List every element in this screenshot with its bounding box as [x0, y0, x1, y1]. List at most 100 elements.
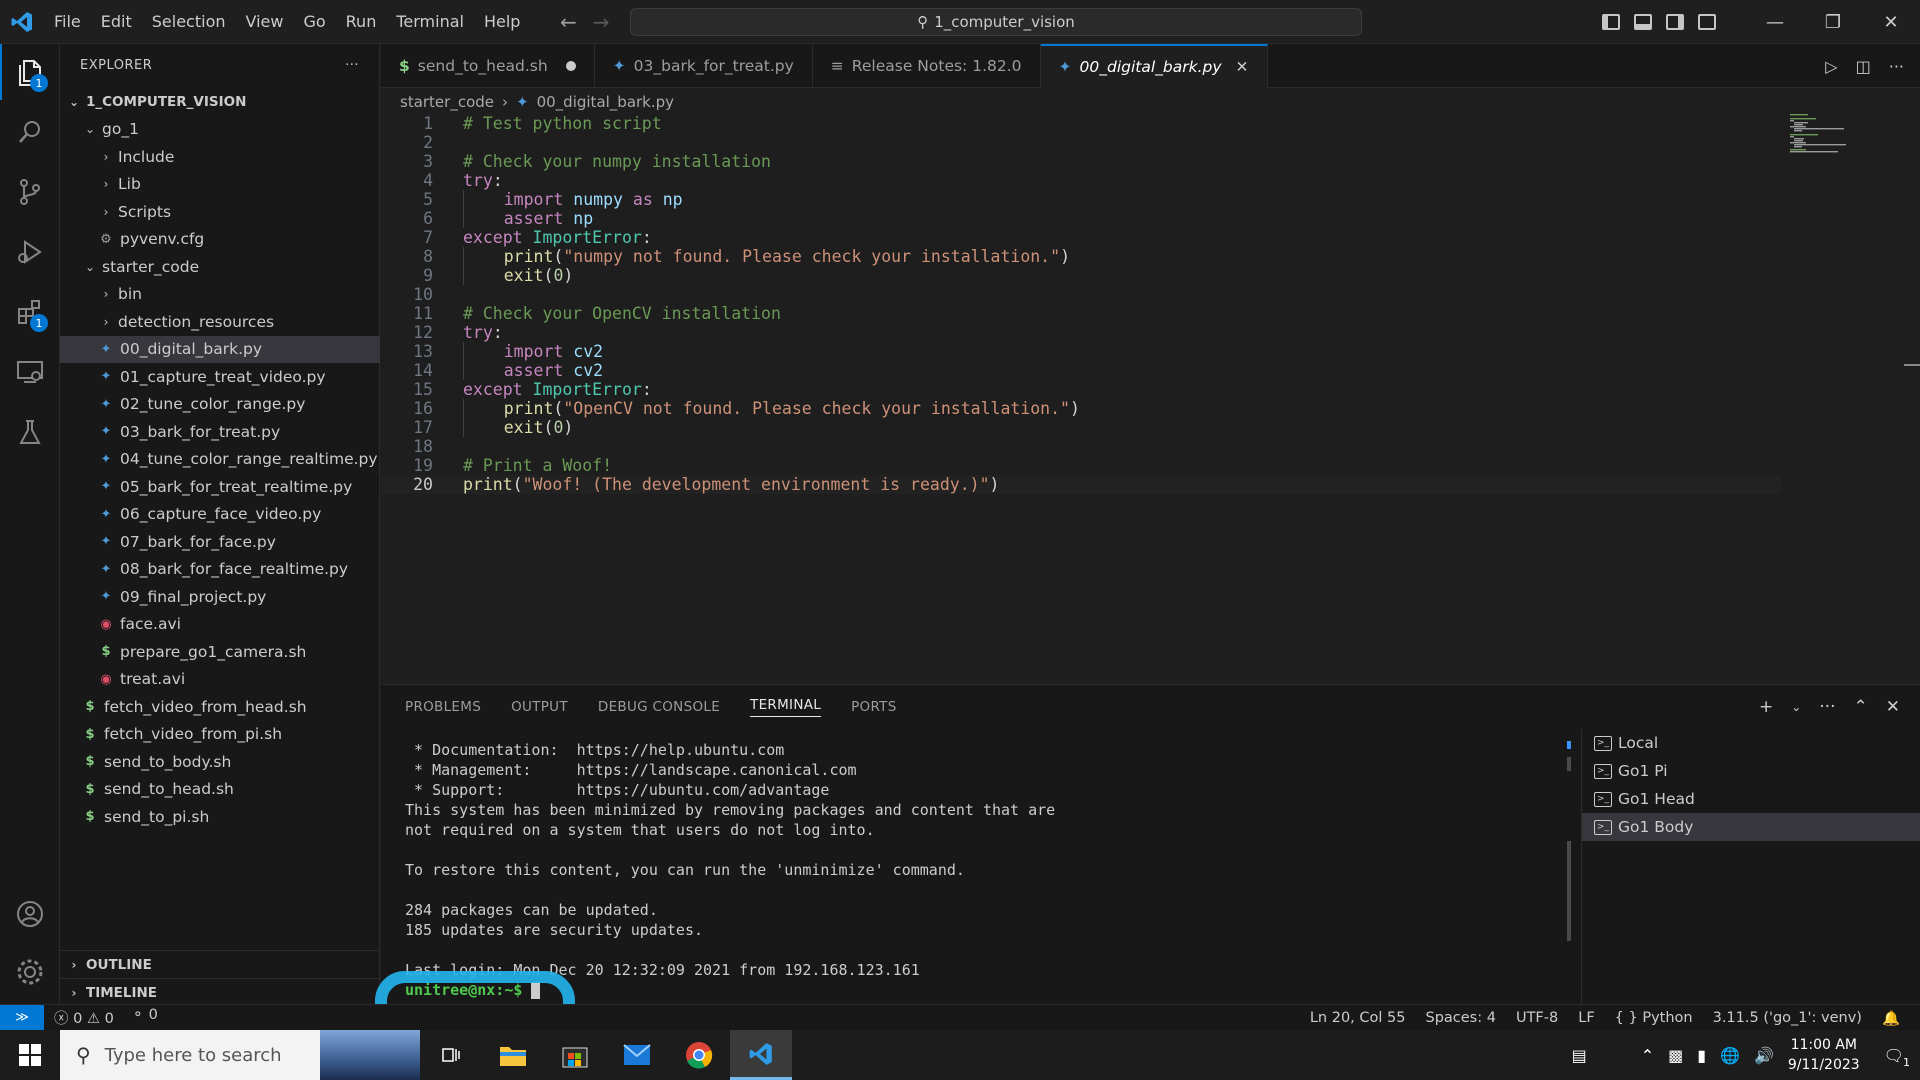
code-line[interactable]: 7 except ImportError: — [381, 228, 1781, 247]
breadcrumb-file[interactable]: 00_digital_bark.py — [537, 93, 674, 111]
menu-go[interactable]: Go — [293, 0, 335, 44]
tree-item[interactable]: $ send_to_body.sh — [60, 748, 380, 776]
command-center[interactable]: ⚲ 1_computer_vision — [630, 8, 1362, 36]
line-ending[interactable]: LF — [1578, 1010, 1594, 1026]
code-editor[interactable]: 1 # Test python script 2 3 # Check your nump… — [381, 114, 1781, 494]
file-explorer-icon[interactable] — [482, 1030, 544, 1080]
battery-icon[interactable]: ▮ — [1697, 1046, 1706, 1065]
code-line[interactable]: 6 assert np — [381, 209, 1781, 228]
tree-item[interactable]: $ fetch_video_from_head.sh — [60, 693, 380, 721]
extensions-icon[interactable]: 1 — [0, 284, 60, 340]
code-line[interactable]: 15 except ImportError: — [381, 380, 1781, 399]
menu-file[interactable]: File — [44, 0, 91, 44]
restore-button[interactable]: ❐ — [1804, 0, 1862, 44]
code-line[interactable]: 8 print("numpy not found. Please check y… — [381, 247, 1781, 266]
terminal-instance[interactable]: >_ Go1 Head — [1582, 785, 1920, 813]
tree-item[interactable]: ✦ 05_bark_for_treat_realtime.py — [60, 473, 380, 501]
cursor-position[interactable]: Ln 20, Col 55 — [1310, 1010, 1406, 1026]
menu-view[interactable]: View — [236, 0, 294, 44]
task-view-icon[interactable] — [420, 1030, 482, 1080]
chrome-icon[interactable] — [668, 1030, 730, 1080]
code-line[interactable]: 16 print("OpenCV not found. Please check… — [381, 399, 1781, 418]
editor-scroll-indicator[interactable] — [1904, 364, 1920, 366]
microsoft-store-icon[interactable] — [544, 1030, 606, 1080]
unsaved-dot-icon[interactable] — [565, 61, 576, 71]
code-line[interactable]: 9 exit(0) — [381, 266, 1781, 285]
tree-item[interactable]: › Scripts — [60, 198, 380, 226]
tree-item[interactable]: ✦ 03_bark_for_treat.py — [60, 418, 380, 446]
tree-item[interactable]: ✦ 06_capture_face_video.py — [60, 501, 380, 529]
code-line[interactable]: 11 # Check your OpenCV installation — [381, 304, 1781, 323]
panel-tab-debug-console[interactable]: DEBUG CONSOLE — [598, 699, 720, 715]
tree-item[interactable]: › Lib — [60, 171, 380, 199]
tree-item[interactable]: ⌄ go_1 — [60, 116, 380, 144]
tree-item[interactable]: ◉ treat.avi — [60, 666, 380, 694]
tree-item[interactable]: ✦ 07_bark_for_face.py — [60, 528, 380, 556]
code-line[interactable]: 19 # Print a Woof! — [381, 456, 1781, 475]
tree-item[interactable]: ✦ 04_tune_color_range_realtime.py — [60, 446, 380, 474]
encoding[interactable]: UTF-8 — [1516, 1010, 1558, 1026]
tree-item[interactable]: ✦ 00_digital_bark.py — [60, 335, 380, 363]
panel-tab-ports[interactable]: PORTS — [851, 699, 896, 715]
vscode-taskbar-icon[interactable] — [730, 1030, 792, 1080]
new-terminal-icon[interactable]: + — [1759, 697, 1773, 717]
tree-item[interactable]: ✦ 08_bark_for_face_realtime.py — [60, 556, 380, 584]
accounts-icon[interactable] — [0, 886, 60, 942]
source-control-icon[interactable] — [0, 164, 60, 220]
notification-center-icon[interactable]: 🗨 1 — [1884, 1046, 1910, 1069]
close-window-button[interactable]: ✕ — [1862, 0, 1920, 44]
meet-now-icon[interactable]: ▩ — [1668, 1046, 1683, 1065]
panel-more-icon[interactable]: ··· — [1819, 697, 1835, 717]
code-line[interactable]: 20 print("Woof! (The development environm… — [381, 475, 1781, 494]
news-widget-icon[interactable]: ▤ — [1572, 1046, 1587, 1065]
tree-item[interactable]: $ fetch_video_from_pi.sh — [60, 721, 380, 749]
back-arrow-icon[interactable]: ← — [560, 10, 577, 34]
minimap[interactable] — [1790, 114, 1860, 154]
code-line[interactable]: 2 — [381, 133, 1781, 152]
timeline-section[interactable]: › TIMELINE — [60, 978, 380, 1006]
menu-run[interactable]: Run — [336, 0, 387, 44]
workspace-root[interactable]: ⌄ 1_COMPUTER_VISION — [60, 88, 380, 116]
editor-tab[interactable]: ✦ 00_digital_bark.py ✕ — [1040, 44, 1268, 88]
toggle-sidebar-icon[interactable] — [1602, 14, 1620, 30]
menu-selection[interactable]: Selection — [142, 0, 236, 44]
tree-item[interactable]: $ send_to_head.sh — [60, 776, 380, 804]
terminal-instance[interactable]: >_ Go1 Pi — [1582, 757, 1920, 785]
terminal-instance[interactable]: >_ Local — [1582, 729, 1920, 757]
remote-explorer-icon[interactable] — [0, 344, 60, 400]
editor-more-icon[interactable]: ··· — [1889, 57, 1904, 76]
maximize-panel-icon[interactable]: ⌃ — [1854, 697, 1868, 717]
terminal-instance[interactable]: >_ Go1 Body — [1582, 813, 1920, 841]
tree-item[interactable]: $ send_to_pi.sh — [60, 803, 380, 831]
clock[interactable]: 11:00 AM 9/11/2023 — [1788, 1035, 1860, 1075]
indentation[interactable]: Spaces: 4 — [1425, 1010, 1495, 1026]
code-line[interactable]: 4 try: — [381, 171, 1781, 190]
problems-status[interactable]: ⓧ 0 ⚠ 0 — [54, 1007, 114, 1028]
terminal-scrollbar[interactable] — [1567, 741, 1571, 941]
editor-tab[interactable]: ≡ Release Notes: 1.82.0 — [813, 44, 1041, 88]
volume-icon[interactable]: 🔊 — [1754, 1046, 1774, 1065]
chevron-up-icon[interactable]: ⌃ — [1641, 1046, 1654, 1065]
run-debug-icon[interactable] — [0, 224, 60, 280]
tree-item[interactable]: ✦ 09_final_project.py — [60, 583, 380, 611]
testing-icon[interactable] — [0, 404, 60, 460]
tree-item[interactable]: ✦ 01_capture_treat_video.py — [60, 363, 380, 391]
taskbar-search[interactable]: ⚲ Type here to search — [60, 1030, 420, 1080]
panel-tab-problems[interactable]: PROBLEMS — [405, 699, 481, 715]
code-line[interactable]: 18 — [381, 437, 1781, 456]
chevron-down-icon[interactable]: ⌄ — [1791, 700, 1801, 714]
network-icon[interactable]: 🌐 — [1720, 1046, 1740, 1065]
close-panel-icon[interactable]: ✕ — [1886, 697, 1900, 717]
remote-indicator-icon[interactable]: ≫ — [0, 1004, 44, 1031]
panel-tab-terminal[interactable]: TERMINAL — [750, 697, 822, 717]
menu-terminal[interactable]: Terminal — [386, 0, 474, 44]
editor-tab[interactable]: ✦ 03_bark_for_treat.py — [595, 44, 813, 88]
more-actions-icon[interactable]: ··· — [345, 58, 359, 73]
customize-layout-icon[interactable] — [1698, 14, 1716, 30]
menu-help[interactable]: Help — [474, 0, 530, 44]
python-interpreter[interactable]: 3.11.5 ('go_1': venv) — [1713, 1010, 1862, 1026]
notifications-bell-icon[interactable]: 🔔 — [1882, 1010, 1900, 1027]
toggle-panel-icon[interactable] — [1634, 14, 1652, 30]
manage-gear-icon[interactable] — [0, 944, 60, 1000]
code-line[interactable]: 3 # Check your numpy installation — [381, 152, 1781, 171]
